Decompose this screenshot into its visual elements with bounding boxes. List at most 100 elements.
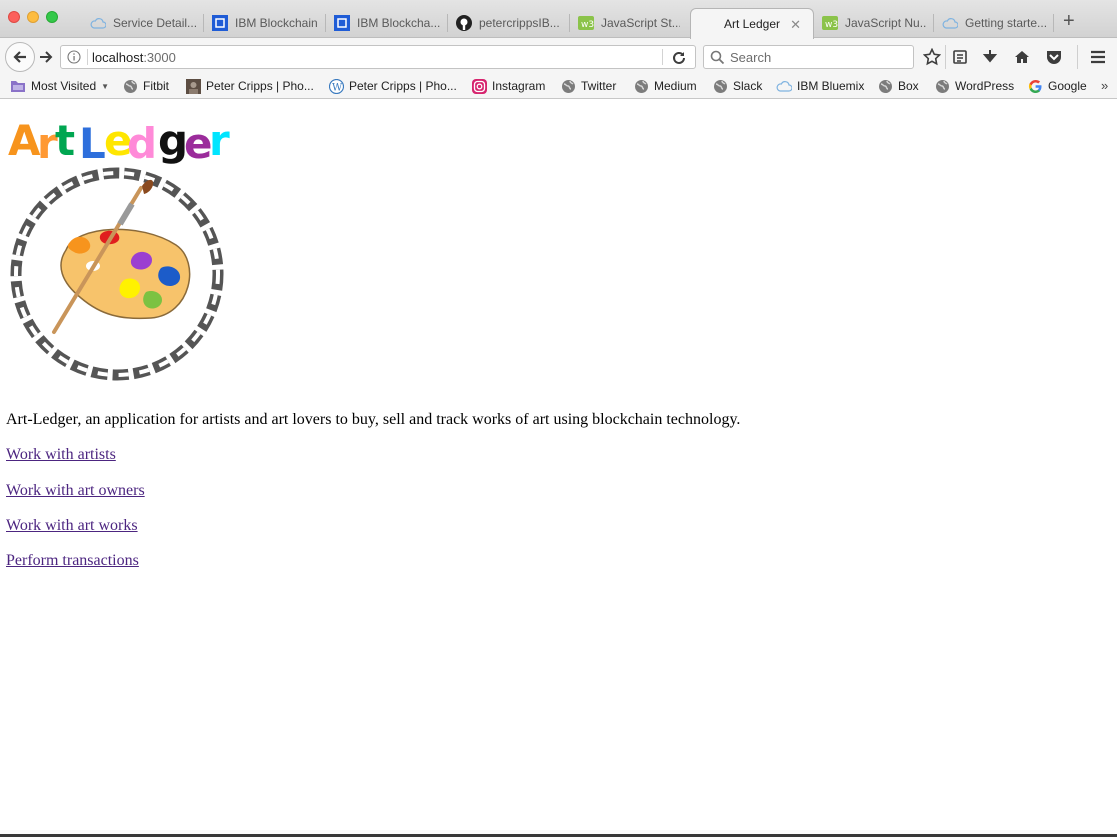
tab-strip: Service Detail... IBM Blockchain IBM Blo… xyxy=(0,0,1117,39)
tab-title: IBM Blockchain xyxy=(235,16,318,30)
w3schools-icon: w3 xyxy=(822,15,838,31)
logo-letter: L xyxy=(79,119,106,168)
cloud-icon xyxy=(776,78,792,94)
page-content: ArtLedger Art-Ledger, an application for… xyxy=(0,100,1117,835)
svg-text:w3: w3 xyxy=(825,20,838,30)
app-description: Art-Ledger, an application for artists a… xyxy=(6,411,741,428)
pocket-icon[interactable] xyxy=(1044,47,1064,67)
arrow-right-icon xyxy=(40,51,53,63)
bookmark-label: Medium xyxy=(654,79,697,93)
wordpress-icon: W xyxy=(328,78,344,94)
tab-title: Art Ledger xyxy=(723,17,781,31)
bookmark-label: Instagram xyxy=(492,79,546,93)
globe-icon xyxy=(122,78,138,94)
tab-title: IBM Blockcha... xyxy=(357,16,440,30)
bookmark-label: Peter Cripps | Pho... xyxy=(206,79,314,93)
globe-icon xyxy=(633,78,649,94)
logo-letter: r xyxy=(209,116,230,165)
tab-javascript-strings[interactable]: w3 JavaScript St... xyxy=(570,8,688,38)
search-placeholder: Search xyxy=(730,50,772,65)
tab-title: JavaScript St... xyxy=(601,16,680,30)
search-icon xyxy=(710,50,725,65)
bookmark-label: WordPress xyxy=(955,79,1015,93)
work-with-artists-link[interactable]: Work with artists xyxy=(6,446,116,464)
tab-ibm-blockchain-2[interactable]: IBM Blockcha... xyxy=(326,8,448,38)
bookmark-wordpress[interactable]: WordPress xyxy=(934,78,1014,94)
perform-transactions-link[interactable]: Perform transactions xyxy=(6,552,139,570)
new-tab-button[interactable]: + xyxy=(1063,11,1075,31)
arrow-left-icon xyxy=(13,51,26,63)
globe-icon xyxy=(934,78,950,94)
download-icon[interactable] xyxy=(980,47,1000,67)
bookmark-twitter[interactable]: Twitter xyxy=(560,78,616,94)
globe-icon xyxy=(712,78,728,94)
bookmark-label: Fitbit xyxy=(143,79,170,93)
home-icon[interactable] xyxy=(1012,47,1032,67)
bookmark-fitbit[interactable]: Fitbit xyxy=(122,78,169,94)
bookmark-label: Box xyxy=(898,79,919,93)
art-ledger-logo: Art Led ger xyxy=(8,116,230,381)
bookmark-peter-cripps-photo[interactable]: Peter Cripps | Pho... xyxy=(185,78,314,94)
bookmark-medium[interactable]: Medium xyxy=(633,78,697,94)
folder-icon xyxy=(10,78,26,94)
ibm-blockchain-icon xyxy=(212,15,228,31)
tab-art-ledger[interactable]: Art Ledger ✕ xyxy=(690,8,814,39)
navigation-toolbar: localhost:3000 Search xyxy=(0,38,1117,74)
instagram-icon xyxy=(471,78,487,94)
globe-icon xyxy=(560,78,576,94)
tab-title: petercrippsIB... xyxy=(479,16,560,30)
svg-text:w3: w3 xyxy=(581,20,594,30)
github-icon xyxy=(456,15,472,31)
close-tab-icon[interactable]: ✕ xyxy=(790,17,801,33)
menu-icon[interactable] xyxy=(1088,47,1108,67)
reading-list-icon[interactable] xyxy=(950,47,970,67)
tab-title: Service Detail... xyxy=(113,16,196,30)
tab-github[interactable]: petercrippsIB... xyxy=(448,8,570,38)
dropdown-caret-icon: ▼ xyxy=(101,81,110,91)
work-with-art-works-link[interactable]: Work with art works xyxy=(6,517,138,535)
bookmark-most-visited[interactable]: Most Visited ▼ xyxy=(10,78,109,94)
bookmark-peter-cripps-wordpress[interactable]: W Peter Cripps | Pho... xyxy=(328,78,457,94)
bookmark-slack[interactable]: Slack xyxy=(712,78,762,94)
more-bookmarks-chevron-icon[interactable]: » xyxy=(1101,78,1108,93)
search-input[interactable]: Search xyxy=(703,45,914,69)
tab-title: Getting starte... xyxy=(965,16,1046,30)
tab-title: JavaScript Nu... xyxy=(845,16,926,30)
bookmark-label: Slack xyxy=(733,79,763,93)
bookmark-label: Most Visited xyxy=(31,79,97,93)
logo-letter: d xyxy=(127,119,157,168)
globe-icon xyxy=(877,78,893,94)
url-text[interactable]: localhost:3000 xyxy=(92,50,176,65)
bookmark-google[interactable]: Google xyxy=(1027,78,1087,94)
bookmarks-toolbar: Most Visited ▼ Fitbit Peter Cripps | Pho… xyxy=(0,74,1117,99)
tab-service-detail[interactable]: Service Detail... xyxy=(82,8,204,38)
cloud-icon xyxy=(90,15,106,31)
window-minimize-button[interactable] xyxy=(27,11,39,23)
tab-getting-started[interactable]: Getting starte... xyxy=(934,8,1054,38)
back-button[interactable] xyxy=(5,42,35,72)
info-icon[interactable] xyxy=(67,50,81,64)
tab-javascript-numbers[interactable]: w3 JavaScript Nu... xyxy=(814,8,934,38)
bookmark-box[interactable]: Box xyxy=(877,78,919,94)
bookmark-label: Peter Cripps | Pho... xyxy=(349,79,457,93)
svg-text:W: W xyxy=(332,82,343,93)
bookmark-label: Google xyxy=(1048,79,1087,93)
bookmark-instagram[interactable]: Instagram xyxy=(471,78,545,94)
window-maximize-button[interactable] xyxy=(46,11,58,23)
address-bar[interactable]: localhost:3000 xyxy=(60,45,696,69)
bookmark-ibm-bluemix[interactable]: IBM Bluemix xyxy=(776,78,864,94)
tab-ibm-blockchain[interactable]: IBM Blockchain xyxy=(204,8,326,38)
logo-wordmark: Art Led ger xyxy=(8,116,230,168)
reload-icon[interactable] xyxy=(671,50,687,66)
cloud-icon xyxy=(942,15,958,31)
window-close-button[interactable] xyxy=(8,11,20,23)
forward-button[interactable] xyxy=(37,48,55,66)
logo-letter: t xyxy=(55,116,75,165)
ibm-blockchain-icon xyxy=(334,15,350,31)
photo-icon xyxy=(185,78,201,94)
bookmark-label: Twitter xyxy=(581,79,617,93)
bookmark-label: IBM Bluemix xyxy=(797,79,865,93)
google-icon xyxy=(1027,78,1043,94)
bookmark-star-icon[interactable] xyxy=(922,47,942,67)
work-with-art-owners-link[interactable]: Work with art owners xyxy=(6,482,145,500)
